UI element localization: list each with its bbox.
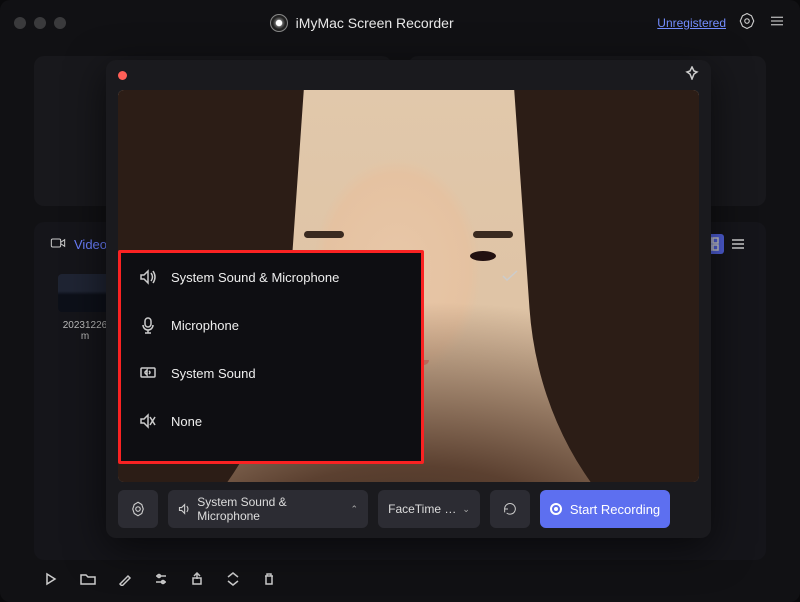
settings-icon[interactable] [738,12,756,35]
chevron-up-icon: ⌃ [350,504,358,515]
pin-icon[interactable] [685,66,699,85]
share-icon[interactable] [190,572,204,591]
audio-option-label: None [171,414,202,429]
app-title: iMyMac Screen Recorder [66,14,657,32]
window-traffic-lights[interactable] [14,17,66,29]
reset-button[interactable] [490,490,530,528]
bottom-toolbar [0,560,800,602]
titlebar: iMyMac Screen Recorder Unregistered [0,0,800,46]
list-view-button[interactable] [726,234,750,254]
camera-icon [50,237,66,252]
folder-icon[interactable] [80,572,96,591]
app-title-text: iMyMac Screen Recorder [296,15,454,31]
audio-source-selector[interactable]: System Sound & Microphone ⌃ [168,490,368,528]
trash-icon[interactable] [262,572,276,591]
audio-option-system-and-mic[interactable]: System Sound & Microphone [121,253,421,301]
speaker-loud-icon [139,268,157,286]
system-sound-icon [139,364,157,382]
audio-option-system-sound[interactable]: System Sound [121,349,421,397]
audio-option-none[interactable]: None [121,397,421,445]
file-thumbnail [58,274,112,312]
audio-option-microphone[interactable]: Microphone [121,301,421,349]
audio-menu: System Sound & Microphone Microphone Sys… [118,250,424,464]
mute-icon [139,412,157,430]
start-recording-button[interactable]: Start Recording [540,490,670,528]
preview-controls: System Sound & Microphone ⌃ FaceTime … ⌄… [106,490,711,538]
menu-icon[interactable] [768,12,786,35]
camera-selector-label: FaceTime … [388,502,456,516]
close-icon[interactable] [118,71,127,80]
compress-icon[interactable] [226,572,240,591]
library-tab-label[interactable]: Video [74,237,107,252]
sliders-icon[interactable] [154,572,168,591]
audio-option-label: System Sound & Microphone [171,270,339,285]
audio-option-label: Microphone [171,318,239,333]
preview-settings-button[interactable] [118,490,158,528]
edit-icon[interactable] [118,572,132,591]
record-icon [550,503,562,515]
check-icon [501,269,519,288]
audio-source-label: System Sound & Microphone [197,495,344,523]
audio-option-label: System Sound [171,366,256,381]
play-icon[interactable] [44,572,58,591]
chevron-down-icon: ⌄ [462,504,470,515]
microphone-icon [139,316,157,334]
unregistered-link[interactable]: Unregistered [657,16,726,30]
camera-selector[interactable]: FaceTime … ⌄ [378,490,480,528]
start-recording-label: Start Recording [570,502,660,517]
app-logo-icon [270,14,288,32]
